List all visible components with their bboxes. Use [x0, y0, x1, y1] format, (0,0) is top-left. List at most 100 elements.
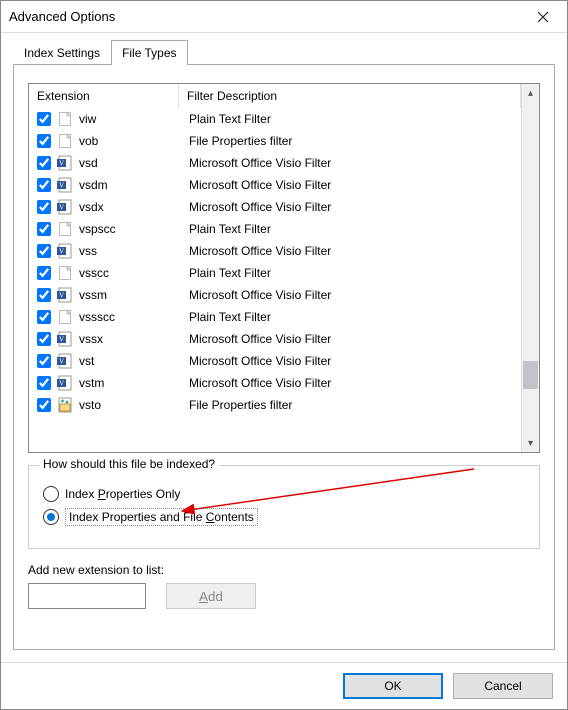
radio-properties-only[interactable]: Index Properties Only — [43, 486, 525, 502]
radio-label-2: Index Properties and File Contents — [65, 508, 258, 526]
file-type-icon: V — [57, 243, 73, 259]
add-extension-row: Add — [28, 583, 540, 609]
table-row[interactable]: VvsdmMicrosoft Office Visio Filter — [29, 174, 521, 196]
svg-text:V: V — [59, 160, 64, 168]
extension-cell: vsd — [79, 156, 189, 170]
row-checkbox[interactable] — [37, 222, 51, 236]
radio-icon — [43, 486, 59, 502]
table-row[interactable]: vspsccPlain Text Filter — [29, 218, 521, 240]
filter-desc-cell: Plain Text Filter — [189, 310, 521, 324]
table-row[interactable]: VvstmMicrosoft Office Visio Filter — [29, 372, 521, 394]
extension-cell: vsdx — [79, 200, 189, 214]
add-button[interactable]: Add — [166, 583, 256, 609]
table-row[interactable]: VvssmMicrosoft Office Visio Filter — [29, 284, 521, 306]
radio-properties-and-contents[interactable]: Index Properties and File Contents — [43, 508, 525, 526]
extension-cell: vsdm — [79, 178, 189, 192]
filter-desc-cell: File Properties filter — [189, 134, 521, 148]
ok-button[interactable]: OK — [343, 673, 443, 699]
table-row[interactable]: VvsdMicrosoft Office Visio Filter — [29, 152, 521, 174]
file-type-icon: V — [57, 177, 73, 193]
filter-desc-cell: File Properties filter — [189, 398, 521, 412]
file-type-icon — [57, 133, 73, 149]
row-checkbox[interactable] — [37, 332, 51, 346]
table-row[interactable]: VvsdxMicrosoft Office Visio Filter — [29, 196, 521, 218]
table-row[interactable]: vsssccPlain Text Filter — [29, 306, 521, 328]
list-header: Extension Filter Description — [29, 84, 521, 108]
filter-desc-cell: Microsoft Office Visio Filter — [189, 178, 521, 192]
filter-desc-cell: Microsoft Office Visio Filter — [189, 354, 521, 368]
dialog-footer: OK Cancel — [1, 662, 567, 709]
list-rows: viwPlain Text FiltervobFile Properties f… — [29, 108, 521, 416]
col-extension[interactable]: Extension — [29, 84, 179, 108]
extension-cell: vst — [79, 354, 189, 368]
file-type-icon: V — [57, 287, 73, 303]
scroll-track[interactable] — [522, 102, 539, 434]
filter-desc-cell: Microsoft Office Visio Filter — [189, 332, 521, 346]
row-checkbox[interactable] — [37, 354, 51, 368]
svg-text:V: V — [59, 358, 64, 366]
scroll-up-icon[interactable]: ▴ — [522, 84, 539, 102]
extension-cell: viw — [79, 112, 189, 126]
close-button[interactable] — [527, 3, 559, 31]
tab-strip: Index Settings File Types — [13, 39, 555, 65]
svg-text:V: V — [59, 336, 64, 344]
table-row[interactable]: vssccPlain Text Filter — [29, 262, 521, 284]
filter-desc-cell: Plain Text Filter — [189, 266, 521, 280]
col-filter-description[interactable]: Filter Description — [179, 84, 521, 108]
row-checkbox[interactable] — [37, 288, 51, 302]
row-checkbox[interactable] — [37, 376, 51, 390]
row-checkbox[interactable] — [37, 112, 51, 126]
radio-icon — [43, 509, 59, 525]
tab-index-settings[interactable]: Index Settings — [13, 40, 111, 65]
file-type-icon: V — [57, 155, 73, 171]
row-checkbox[interactable] — [37, 310, 51, 324]
svg-text:V: V — [59, 182, 64, 190]
extension-cell: vob — [79, 134, 189, 148]
scroll-down-icon[interactable]: ▾ — [522, 434, 539, 452]
file-type-icon: V — [57, 375, 73, 391]
row-checkbox[interactable] — [37, 266, 51, 280]
table-row[interactable]: VvssxMicrosoft Office Visio Filter — [29, 328, 521, 350]
cancel-button[interactable]: Cancel — [453, 673, 553, 699]
svg-text:V: V — [59, 248, 64, 256]
row-checkbox[interactable] — [37, 156, 51, 170]
filter-desc-cell: Microsoft Office Visio Filter — [189, 200, 521, 214]
row-checkbox[interactable] — [37, 244, 51, 258]
extension-cell: vspscc — [79, 222, 189, 236]
close-icon — [537, 11, 549, 23]
file-type-icon: V — [57, 331, 73, 347]
content-area: Index Settings File Types Extension Filt… — [1, 33, 567, 662]
file-type-icon — [57, 111, 73, 127]
file-type-icon: V — [57, 353, 73, 369]
filter-desc-cell: Plain Text Filter — [189, 112, 521, 126]
scroll-thumb[interactable] — [523, 361, 538, 389]
row-checkbox[interactable] — [37, 200, 51, 214]
table-row[interactable]: VvssMicrosoft Office Visio Filter — [29, 240, 521, 262]
list-body[interactable]: Extension Filter Description viwPlain Te… — [29, 84, 521, 452]
add-extension-label: Add new extension to list: — [28, 563, 540, 577]
radio-label-1: Index Properties Only — [65, 487, 180, 501]
titlebar: Advanced Options — [1, 1, 567, 33]
svg-text:V: V — [59, 292, 64, 300]
row-checkbox[interactable] — [37, 398, 51, 412]
file-type-icon — [57, 265, 73, 281]
filter-desc-cell: Microsoft Office Visio Filter — [189, 376, 521, 390]
extension-cell: vsto — [79, 398, 189, 412]
table-row[interactable]: vobFile Properties filter — [29, 130, 521, 152]
scrollbar[interactable]: ▴ ▾ — [521, 84, 539, 452]
extension-cell: vssx — [79, 332, 189, 346]
filter-desc-cell: Plain Text Filter — [189, 222, 521, 236]
table-row[interactable]: viwPlain Text Filter — [29, 108, 521, 130]
table-row[interactable]: vstoFile Properties filter — [29, 394, 521, 416]
table-row[interactable]: VvstMicrosoft Office Visio Filter — [29, 350, 521, 372]
extension-cell: vstm — [79, 376, 189, 390]
row-checkbox[interactable] — [37, 178, 51, 192]
new-extension-input[interactable] — [28, 583, 146, 609]
extension-cell: vsscc — [79, 266, 189, 280]
filter-desc-cell: Microsoft Office Visio Filter — [189, 288, 521, 302]
row-checkbox[interactable] — [37, 134, 51, 148]
tab-file-types[interactable]: File Types — [111, 40, 187, 65]
extension-cell: vssscc — [79, 310, 189, 324]
file-type-list: Extension Filter Description viwPlain Te… — [28, 83, 540, 453]
file-type-icon: V — [57, 199, 73, 215]
